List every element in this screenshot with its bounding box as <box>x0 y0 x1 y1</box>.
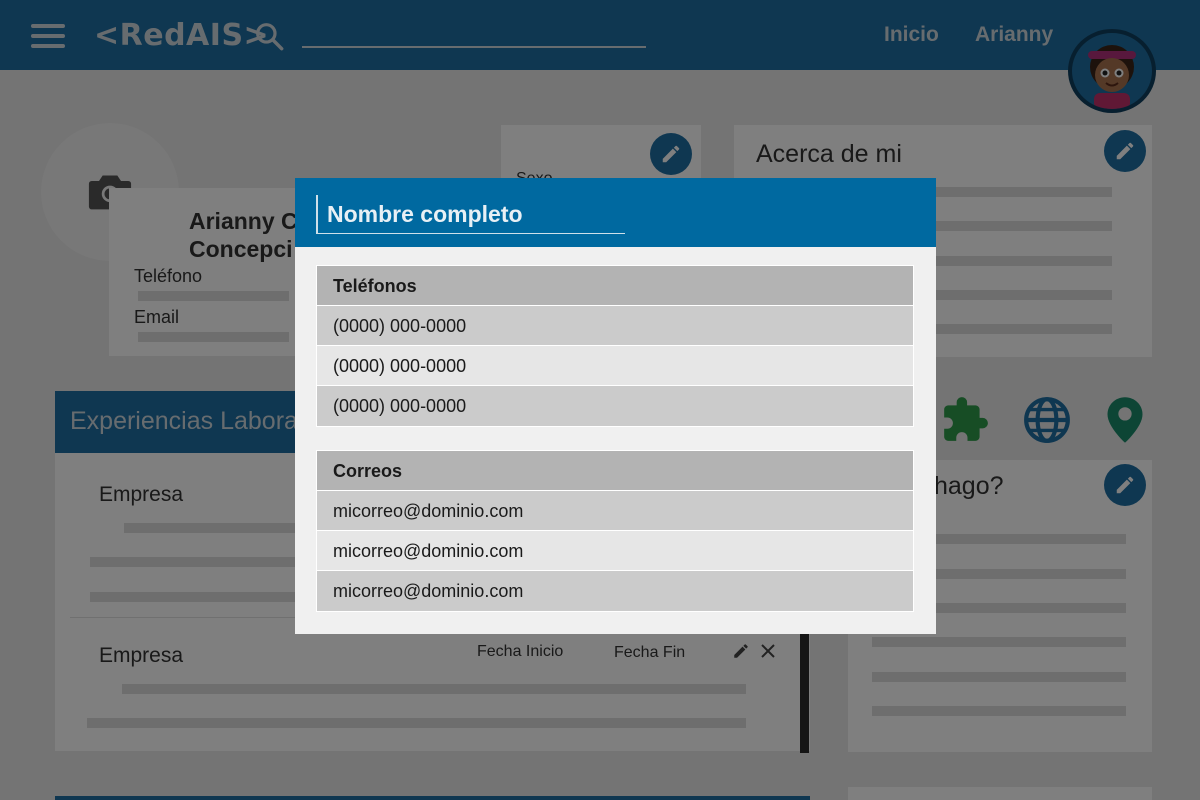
phone-row: (0000) 000-0000 <box>317 386 913 426</box>
email-row: micorreo@dominio.com <box>317 531 913 571</box>
modal-header: Nombre completo <box>295 178 936 247</box>
emails-table: Correos micorreo@dominio.com micorreo@do… <box>316 450 914 612</box>
phones-table-header: Teléfonos <box>317 266 913 306</box>
phone-row: (0000) 000-0000 <box>317 346 913 386</box>
phones-table: Teléfonos (0000) 000-0000 (0000) 000-000… <box>316 265 914 427</box>
emails-table-header: Correos <box>317 451 913 491</box>
phone-row: (0000) 000-0000 <box>317 306 913 346</box>
email-row: micorreo@dominio.com <box>317 571 913 611</box>
contact-details-modal: Nombre completo Teléfonos (0000) 000-000… <box>295 178 936 634</box>
modal-title: Nombre completo <box>316 195 625 234</box>
email-row: micorreo@dominio.com <box>317 491 913 531</box>
